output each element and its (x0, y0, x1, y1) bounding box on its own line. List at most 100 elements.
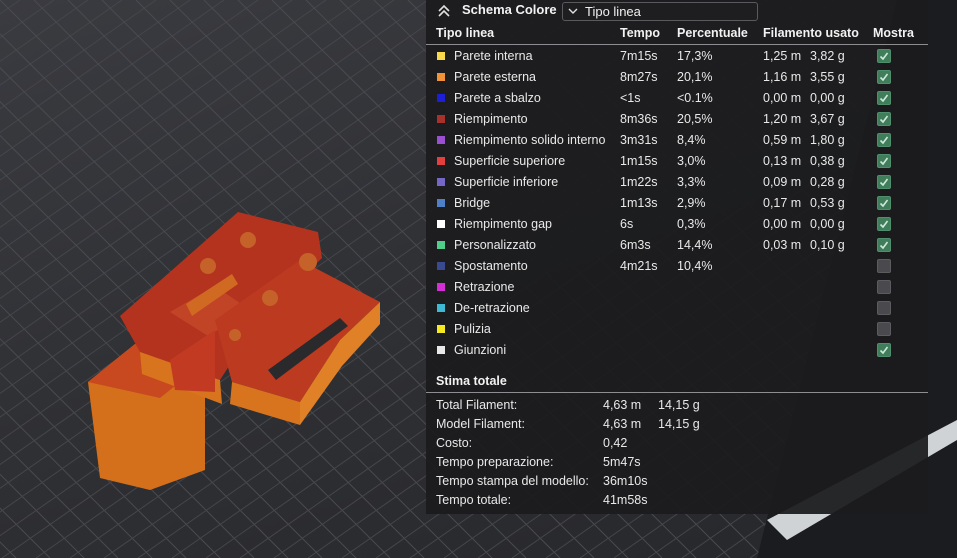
estimate-value: 0,42 (603, 436, 628, 450)
line-type-grams: 0,10 g (810, 238, 845, 252)
estimate-row: Model Filament: 4,63 m 14,15 g (426, 415, 928, 434)
checkmark-icon (879, 199, 889, 208)
checkmark-icon (879, 115, 889, 124)
line-type-label: Riempimento solido interno (454, 133, 606, 147)
line-type-swatch (437, 73, 445, 81)
line-type-time: 7m15s (620, 49, 658, 63)
legend-row: Parete esterna 8m27s 20,1% 1,16 m 3,55 g (426, 67, 928, 88)
line-type-label: De-retrazione (454, 301, 530, 315)
line-type-meters: 0,00 m (763, 217, 802, 231)
checkmark-icon (879, 94, 889, 103)
line-type-grams: 3,67 g (810, 112, 845, 126)
chevron-double-up-icon[interactable] (436, 3, 452, 19)
legend-row: Spostamento 4m21s 10,4% (426, 256, 928, 277)
column-type: Tipo linea (436, 26, 495, 40)
estimate-value: 36m10s (603, 474, 648, 488)
checkmark-icon (879, 73, 889, 82)
estimate-label: Costo: (436, 436, 473, 450)
line-type-meters: 0,09 m (763, 175, 802, 189)
legend-row: Superficie superiore 1m15s 3,0% 0,13 m 0,38 … (426, 151, 928, 172)
line-type-meters: 0,59 m (763, 133, 802, 147)
estimate-row: Total Filament: 4,63 m 14,15 g (426, 396, 928, 415)
estimate-value: 5m47s (603, 455, 641, 469)
legend-row: Giunzioni (426, 340, 928, 361)
model-hole-2 (240, 232, 256, 248)
show-checkbox[interactable] (877, 112, 891, 126)
show-checkbox[interactable] (877, 49, 891, 63)
line-type-time: 1m13s (620, 196, 658, 210)
show-checkbox[interactable] (877, 196, 891, 210)
line-type-swatch (437, 199, 445, 207)
legend-row: Personalizzato 6m3s 14,4% 0,03 m 0,10 g (426, 235, 928, 256)
show-checkbox[interactable] (877, 301, 891, 315)
line-type-percent: 3,3% (677, 175, 706, 189)
view-mode-value: Tipo linea (585, 4, 641, 19)
line-type-meters: 1,20 m (763, 112, 802, 126)
estimate-value: 4,63 m (603, 398, 642, 412)
model-hole-5 (229, 329, 241, 341)
show-checkbox[interactable] (877, 238, 891, 252)
line-type-swatch (437, 262, 445, 270)
estimate-label: Total Filament: (436, 398, 518, 412)
line-type-percent: 8,4% (677, 133, 706, 147)
checkmark-icon (879, 52, 889, 61)
line-type-swatch (437, 52, 445, 60)
legend-row: De-retrazione (426, 298, 928, 319)
line-type-label: Retrazione (454, 280, 515, 294)
model-hole-4 (299, 253, 317, 271)
line-type-label: Pulizia (454, 322, 491, 336)
legend-row: Parete interna 7m15s 17,3% 1,25 m 3,82 g (426, 46, 928, 67)
show-checkbox[interactable] (877, 322, 891, 336)
line-type-swatch (437, 325, 445, 333)
line-type-meters: 1,25 m (763, 49, 802, 63)
line-type-grams: 0,38 g (810, 154, 845, 168)
line-type-grams: 0,53 g (810, 196, 845, 210)
estimate-label: Tempo preparazione: (436, 455, 554, 469)
color-scheme-title: Schema Colore (462, 2, 557, 17)
show-checkbox[interactable] (877, 343, 891, 357)
show-checkbox[interactable] (877, 70, 891, 84)
line-type-time: <1s (620, 91, 641, 105)
line-type-grams: 0,00 g (810, 217, 845, 231)
line-type-percent: <0.1% (677, 91, 713, 105)
legend-row: Riempimento solido interno 3m31s 8,4% 0,59 … (426, 130, 928, 151)
line-type-time: 8m27s (620, 70, 658, 84)
line-type-label: Personalizzato (454, 238, 536, 252)
show-checkbox[interactable] (877, 280, 891, 294)
estimate-row: Costo: 0,42 (426, 434, 928, 453)
estimate-label: Tempo totale: (436, 493, 512, 507)
show-checkbox[interactable] (877, 154, 891, 168)
estimate-value-2: 14,15 g (658, 417, 700, 431)
checkmark-icon (879, 346, 889, 355)
estimate-row: Tempo totale: 41m58s (426, 491, 928, 510)
line-type-swatch (437, 136, 445, 144)
legend-row: Pulizia (426, 319, 928, 340)
show-checkbox[interactable] (877, 91, 891, 105)
line-type-percent: 0,3% (677, 217, 706, 231)
column-show: Mostra (873, 26, 914, 40)
line-type-swatch (437, 94, 445, 102)
line-type-swatch (437, 220, 445, 228)
column-filament: Filamento usato (763, 26, 859, 40)
line-type-swatch (437, 115, 445, 123)
checkmark-icon (879, 220, 889, 229)
view-mode-select[interactable]: Tipo linea (562, 2, 758, 21)
show-checkbox[interactable] (877, 175, 891, 189)
show-checkbox[interactable] (877, 259, 891, 273)
line-type-percent: 3,0% (677, 154, 706, 168)
column-percent: Percentuale (677, 26, 748, 40)
line-type-grams: 0,00 g (810, 91, 845, 105)
line-type-grams: 1,80 g (810, 133, 845, 147)
line-type-percent: 17,3% (677, 49, 713, 63)
show-checkbox[interactable] (877, 133, 891, 147)
estimate-row: Tempo preparazione: 5m47s (426, 453, 928, 472)
line-type-label: Bridge (454, 196, 491, 210)
show-checkbox[interactable] (877, 217, 891, 231)
legend-row: Superficie inferiore 1m22s 3,3% 0,09 m 0,28 … (426, 172, 928, 193)
estimate-label: Tempo stampa del modello: (436, 474, 589, 488)
line-type-time: 6m3s (620, 238, 651, 252)
estimate-value: 41m58s (603, 493, 648, 507)
line-type-time: 3m31s (620, 133, 658, 147)
checkmark-icon (879, 157, 889, 166)
line-type-time: 6s (620, 217, 634, 231)
